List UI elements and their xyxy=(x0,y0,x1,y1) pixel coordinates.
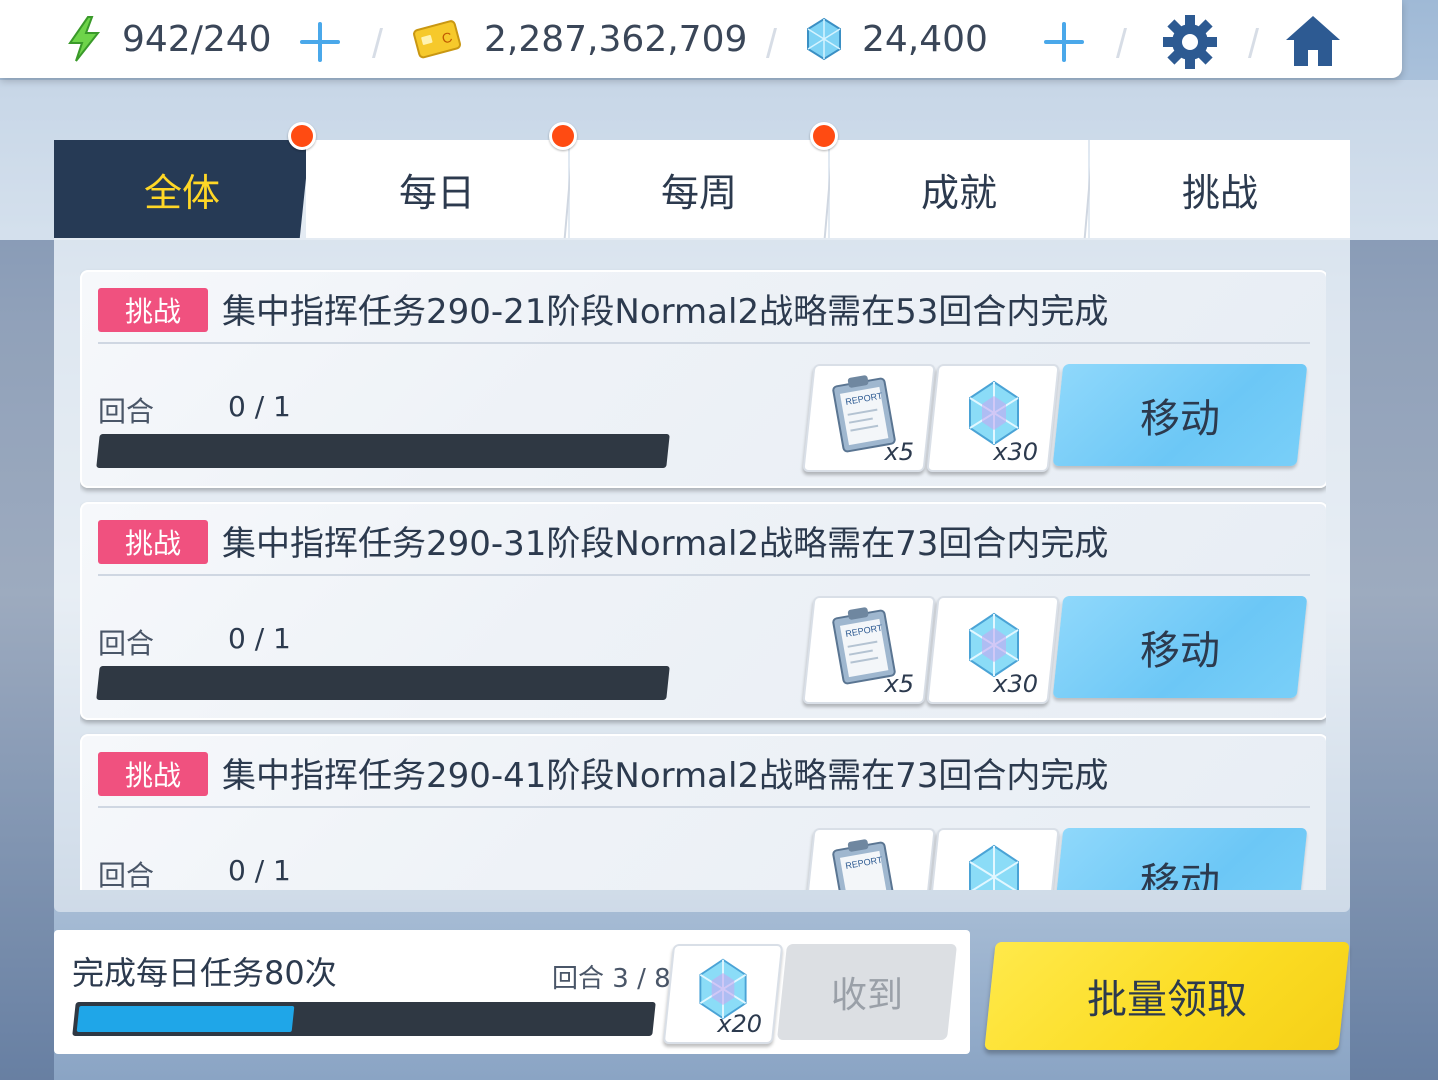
report-icon: REPORT xyxy=(832,839,896,890)
daily-mission-title: 完成每日任务80次 xyxy=(72,954,337,992)
background-shadow xyxy=(0,240,54,1080)
daily-progress-count: 回合 3 / 8 xyxy=(552,964,671,994)
tab-challenge[interactable]: 挑战 xyxy=(1090,140,1350,238)
divider xyxy=(98,806,1310,808)
gems-resource: 24,400 xyxy=(804,0,988,78)
top-resource-bar: 942/240 C 2,287,362,709 24,400 xyxy=(0,0,1402,78)
reward-item[interactable]: x30 xyxy=(926,596,1060,704)
move-button[interactable]: 移动 xyxy=(1052,364,1308,466)
reward-item[interactable]: REPORT x5 xyxy=(802,364,936,472)
divider xyxy=(98,342,1310,344)
reward-quantity: x30 xyxy=(993,670,1038,698)
divider xyxy=(765,28,778,58)
reward-quantity: x5 xyxy=(884,438,914,466)
progress-bar xyxy=(96,666,670,700)
mission-title: 集中指挥任务290-31阶段Normal2战略需在73回合内完成 xyxy=(222,524,1109,564)
progress-count: 0 / 1 xyxy=(228,390,291,423)
tab-label: 全体 xyxy=(143,170,220,215)
reward-quantity: x30 xyxy=(993,438,1038,466)
mission-tabs: 全体 每日 每周 成就 挑战 xyxy=(54,140,1350,238)
tab-label: 每日 xyxy=(398,170,475,215)
progress-label: 回合 xyxy=(98,859,155,890)
divider xyxy=(98,574,1310,576)
batch-claim-button[interactable]: 批量领取 xyxy=(984,942,1350,1050)
reward-item[interactable] xyxy=(926,828,1060,890)
reward-item[interactable]: REPORT xyxy=(802,828,936,890)
move-button-label: 移动 xyxy=(1140,628,1220,674)
background-shadow xyxy=(1350,240,1438,1080)
move-button-label: 移动 xyxy=(1140,860,1220,890)
claim-button[interactable]: 收到 xyxy=(776,944,958,1040)
daily-mission-summary: 完成每日任务80次 回合 3 / 8 x20 收到 xyxy=(54,930,970,1054)
plus-icon[interactable] xyxy=(1040,22,1088,62)
stamina-resource: 942/240 xyxy=(66,0,272,78)
divider xyxy=(371,28,384,58)
mission-card: 挑战 集中指挥任务290-21阶段Normal2战略需在53回合内完成 回合 0… xyxy=(80,270,1326,488)
divider xyxy=(1247,28,1260,58)
daily-progress-bar xyxy=(72,1002,656,1036)
mission-title: 集中指挥任务290-41阶段Normal2战略需在73回合内完成 xyxy=(222,756,1109,796)
credit-card-icon: C xyxy=(413,20,462,59)
tab-achievement[interactable]: 成就 xyxy=(830,140,1088,238)
progress-label: 回合 xyxy=(98,395,155,428)
reward-item[interactable]: REPORT x5 xyxy=(802,596,936,704)
reward-item[interactable]: x20 xyxy=(662,944,784,1044)
notification-dot xyxy=(549,122,577,150)
notification-dot xyxy=(810,122,838,150)
batch-claim-label: 批量领取 xyxy=(1087,977,1247,1023)
challenge-tag: 挑战 xyxy=(98,288,208,332)
gems-value: 24,400 xyxy=(862,18,988,60)
move-button[interactable]: 移动 xyxy=(1052,828,1308,890)
reward-quantity: x20 xyxy=(717,1010,762,1038)
credits-value: 2,287,362,709 xyxy=(484,18,748,60)
challenge-tag: 挑战 xyxy=(98,752,208,796)
claim-button-label: 收到 xyxy=(830,975,903,1016)
progress-count: 0 / 1 xyxy=(228,622,291,655)
mission-card: 挑战 集中指挥任务290-41阶段Normal2战略需在73回合内完成 回合 0… xyxy=(80,734,1326,890)
gem-icon xyxy=(969,844,1019,890)
home-icon[interactable] xyxy=(1282,12,1344,70)
tab-all[interactable]: 全体 xyxy=(54,140,310,238)
notification-dot xyxy=(288,122,316,150)
tab-daily[interactable]: 每日 xyxy=(306,140,568,238)
mission-card: 挑战 集中指挥任务290-31阶段Normal2战略需在73回合内完成 回合 0… xyxy=(80,502,1326,720)
tab-label: 挑战 xyxy=(1181,170,1258,215)
move-button[interactable]: 移动 xyxy=(1052,596,1308,698)
reward-item[interactable]: x30 xyxy=(926,364,1060,472)
mission-title: 集中指挥任务290-21阶段Normal2战略需在53回合内完成 xyxy=(222,292,1109,332)
progress-count: 0 / 1 xyxy=(228,854,291,887)
tab-label: 每周 xyxy=(660,170,737,215)
progress-bar xyxy=(96,434,670,468)
credits-resource: C 2,287,362,709 xyxy=(412,0,747,78)
progress-label: 回合 xyxy=(98,627,155,660)
reward-quantity: x5 xyxy=(884,670,914,698)
lightning-icon xyxy=(68,16,101,62)
daily-progress-fill xyxy=(76,1006,294,1032)
gem-icon xyxy=(807,17,841,61)
plus-icon[interactable] xyxy=(296,22,344,62)
gear-icon[interactable] xyxy=(1160,14,1220,70)
stamina-value: 942/240 xyxy=(122,18,272,60)
tab-label: 成就 xyxy=(920,170,997,215)
divider xyxy=(1115,28,1128,58)
move-button-label: 移动 xyxy=(1140,396,1220,442)
mission-list[interactable]: 挑战 集中指挥任务290-21阶段Normal2战略需在53回合内完成 回合 0… xyxy=(80,242,1326,890)
challenge-tag: 挑战 xyxy=(98,520,208,564)
tab-weekly[interactable]: 每周 xyxy=(570,140,828,238)
